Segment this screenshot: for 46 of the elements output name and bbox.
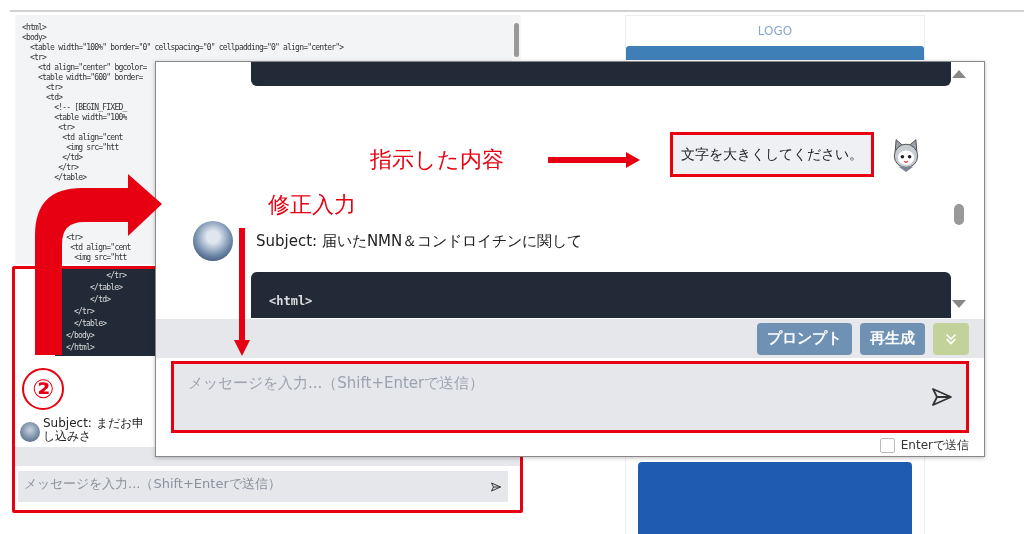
code-line: </tr> (105, 270, 127, 282)
code-line: </tr> (57, 163, 79, 173)
code-line: <tr> (29, 53, 47, 63)
code-line: <img src="htt (65, 143, 119, 153)
logo-text: LOGO (756, 24, 794, 40)
message-input[interactable]: メッセージを入力...（Shift+Enterで送信） (171, 361, 969, 433)
code-line: <img src="htt (73, 253, 127, 263)
code-line: <!-- [BEGIN_FIXED_ (53, 103, 127, 113)
code-line: </td> (89, 294, 111, 306)
code-line: <html> (22, 23, 47, 33)
code-line: </table> (53, 173, 87, 183)
send-icon[interactable] (930, 385, 954, 409)
message-text: Subject: まだお申し込みさ (43, 417, 145, 443)
code-text: <html> (269, 294, 313, 308)
annotation-label: 修正入力 (268, 191, 356, 219)
robot-avatar-icon (193, 221, 233, 261)
code-line: <tr> (65, 233, 83, 243)
user-message: 文字を大きくしてください。 (670, 132, 874, 177)
code-line: </body> (66, 330, 95, 342)
code-line: <table width="100% (53, 113, 127, 123)
code-line: </table> (73, 318, 107, 330)
code-line: </table> (89, 282, 123, 294)
code-line: <td align="cent (69, 243, 131, 253)
toolbar-button[interactable]: 再生成 (860, 322, 925, 355)
annotation-label: 指示した内容 (370, 146, 504, 174)
code-line: <table width="600" border= (37, 73, 143, 83)
code-line: <table width="100%" border="0" cellspacing="0" cellpadding="0" align="center"> (29, 43, 344, 53)
scroll-down-button[interactable] (933, 322, 969, 355)
code-line: <td align="center" bgcolor= (37, 63, 147, 73)
checkbox-label: Enterで送信 (900, 437, 969, 454)
step-number: ② (22, 368, 64, 410)
code-line: </td> (61, 153, 83, 163)
code-line: </tr> (73, 306, 95, 318)
scrollbar[interactable] (512, 15, 521, 60)
code-line: </html> (66, 342, 95, 354)
checkbox[interactable] (879, 438, 895, 453)
toolbar-button[interactable]: プロンプト (757, 322, 852, 355)
code-line: <td align="cent (61, 133, 123, 143)
message-text: Subject: 届いたNMN＆コンドロイチンに関して (256, 231, 583, 251)
code-line: <body> (22, 33, 47, 43)
message-input[interactable]: メッセージを入力...（Shift+Enterで送信） (18, 471, 508, 502)
code-line: <td> (45, 93, 63, 103)
code-line: <tr> (45, 83, 63, 93)
code-line: <tr> (57, 123, 75, 133)
send-icon[interactable] (490, 481, 502, 493)
avatar-icon (20, 422, 40, 442)
